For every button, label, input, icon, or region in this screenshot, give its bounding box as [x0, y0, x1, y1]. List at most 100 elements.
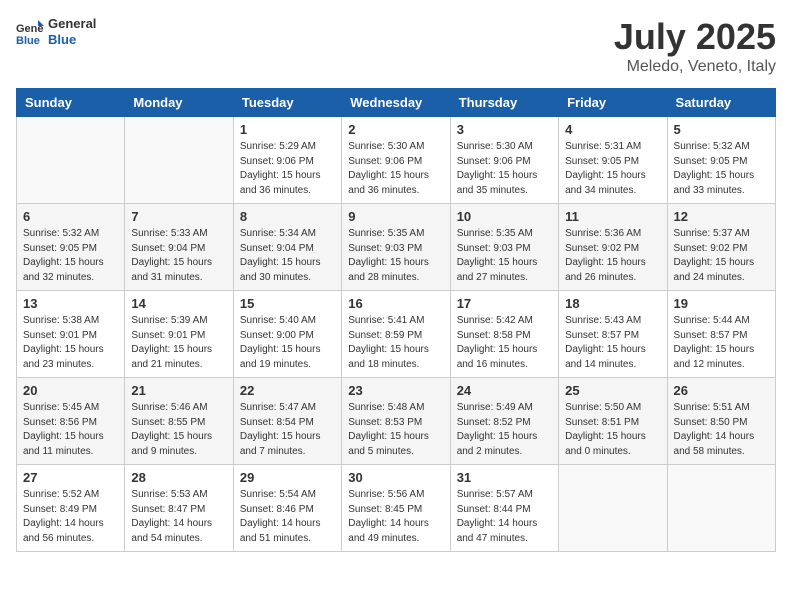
day-info: Sunrise: 5:47 AMSunset: 8:54 PMDaylight:… — [240, 401, 335, 459]
calendar-day: 21 Sunrise: 5:46 AMSunset: 8:55 PMDayligh… — [125, 378, 233, 465]
calendar-day: 11Sunrise: 5:36 AMSunset: 9:02 PMDayligh… — [559, 204, 667, 291]
weekday-header-wednesday: Wednesday — [342, 89, 450, 117]
day-number: 6 — [23, 209, 118, 224]
calendar-day: 16 Sunrise: 5:41 AMSunset: 8:59 PMDayligh… — [342, 291, 450, 378]
day-info: Sunrise: 5:57 AMSunset: 8:44 PMDaylight:… — [457, 488, 552, 546]
day-info: Sunrise: 5:41 AMSunset: 8:59 PMDaylight:… — [348, 314, 443, 372]
weekday-header-tuesday: Tuesday — [233, 89, 341, 117]
calendar-day: 23Sunrise: 5:48 AMSunset: 8:53 PMDayligh… — [342, 378, 450, 465]
calendar-day: 31 Sunrise: 5:57 AMSunset: 8:44 PMDayligh… — [450, 465, 558, 552]
calendar-day: 26 Sunrise: 5:51 AMSunset: 8:50 PMDayligh… — [667, 378, 775, 465]
weekday-header-monday: Monday — [125, 89, 233, 117]
calendar-day: 19Sunrise: 5:44 AMSunset: 8:57 PMDayligh… — [667, 291, 775, 378]
calendar-day: 1 Sunrise: 5:29 AMSunset: 9:06 PMDaylight… — [233, 117, 341, 204]
day-info: Sunrise: 5:38 AMSunset: 9:01 PMDaylight:… — [23, 314, 118, 372]
weekday-header-friday: Friday — [559, 89, 667, 117]
calendar-day: 4 Sunrise: 5:31 AMSunset: 9:05 PMDaylight… — [559, 117, 667, 204]
calendar-day: 14 Sunrise: 5:39 AMSunset: 9:01 PMDayligh… — [125, 291, 233, 378]
logo-blue: Blue — [48, 32, 96, 48]
day-info: Sunrise: 5:32 AMSunset: 9:05 PMDaylight:… — [674, 140, 769, 198]
calendar: SundayMondayTuesdayWednesdayThursdayFrid… — [16, 88, 776, 552]
calendar-day: 28 Sunrise: 5:53 AMSunset: 8:47 PMDayligh… — [125, 465, 233, 552]
calendar-week-3: 13 Sunrise: 5:38 AMSunset: 9:01 PMDayligh… — [17, 291, 776, 378]
day-info: Sunrise: 5:29 AMSunset: 9:06 PMDaylight:… — [240, 140, 335, 198]
page-header: General Blue General Blue July 2025 Mele… — [16, 16, 776, 76]
day-number: 25 — [565, 383, 660, 398]
day-number: 28 — [131, 470, 226, 485]
day-number: 5 — [674, 122, 769, 137]
day-info: Sunrise: 5:30 AMSunset: 9:06 PMDaylight:… — [457, 140, 552, 198]
day-number: 8 — [240, 209, 335, 224]
calendar-day: 30 Sunrise: 5:56 AMSunset: 8:45 PMDayligh… — [342, 465, 450, 552]
calendar-day: 22Sunrise: 5:47 AMSunset: 8:54 PMDayligh… — [233, 378, 341, 465]
day-number: 3 — [457, 122, 552, 137]
calendar-week-1: 1 Sunrise: 5:29 AMSunset: 9:06 PMDaylight… — [17, 117, 776, 204]
day-info: Sunrise: 5:31 AMSunset: 9:05 PMDaylight:… — [565, 140, 660, 198]
day-info: Sunrise: 5:44 AMSunset: 8:57 PMDaylight:… — [674, 314, 769, 372]
calendar-day: 12 Sunrise: 5:37 AMSunset: 9:02 PMDayligh… — [667, 204, 775, 291]
day-number: 29 — [240, 470, 335, 485]
day-info: Sunrise: 5:36 AMSunset: 9:02 PMDaylight:… — [565, 227, 660, 285]
day-info: Sunrise: 5:51 AMSunset: 8:50 PMDaylight:… — [674, 401, 769, 459]
calendar-day — [17, 117, 125, 204]
weekday-header-saturday: Saturday — [667, 89, 775, 117]
calendar-day: 15 Sunrise: 5:40 AMSunset: 9:00 PMDayligh… — [233, 291, 341, 378]
calendar-week-4: 20 Sunrise: 5:45 AMSunset: 8:56 PMDayligh… — [17, 378, 776, 465]
calendar-day: 17Sunrise: 5:42 AMSunset: 8:58 PMDayligh… — [450, 291, 558, 378]
calendar-day: 27Sunrise: 5:52 AMSunset: 8:49 PMDayligh… — [17, 465, 125, 552]
logo-icon: General Blue — [16, 18, 44, 46]
day-info: Sunrise: 5:45 AMSunset: 8:56 PMDaylight:… — [23, 401, 118, 459]
calendar-day — [559, 465, 667, 552]
day-info: Sunrise: 5:37 AMSunset: 9:02 PMDaylight:… — [674, 227, 769, 285]
calendar-day: 13 Sunrise: 5:38 AMSunset: 9:01 PMDayligh… — [17, 291, 125, 378]
day-number: 16 — [348, 296, 443, 311]
day-number: 1 — [240, 122, 335, 137]
logo-general: General — [48, 16, 96, 32]
day-info: Sunrise: 5:30 AMSunset: 9:06 PMDaylight:… — [348, 140, 443, 198]
month-title: July 2025 — [614, 16, 776, 58]
day-number: 14 — [131, 296, 226, 311]
day-info: Sunrise: 5:32 AMSunset: 9:05 PMDaylight:… — [23, 227, 118, 285]
day-info: Sunrise: 5:54 AMSunset: 8:46 PMDaylight:… — [240, 488, 335, 546]
day-number: 15 — [240, 296, 335, 311]
calendar-day: 29 Sunrise: 5:54 AMSunset: 8:46 PMDayligh… — [233, 465, 341, 552]
day-number: 7 — [131, 209, 226, 224]
day-info: Sunrise: 5:52 AMSunset: 8:49 PMDaylight:… — [23, 488, 118, 546]
calendar-day: 18 Sunrise: 5:43 AMSunset: 8:57 PMDayligh… — [559, 291, 667, 378]
day-info: Sunrise: 5:40 AMSunset: 9:00 PMDaylight:… — [240, 314, 335, 372]
weekday-header-sunday: Sunday — [17, 89, 125, 117]
day-info: Sunrise: 5:56 AMSunset: 8:45 PMDaylight:… — [348, 488, 443, 546]
day-info: Sunrise: 5:53 AMSunset: 8:47 PMDaylight:… — [131, 488, 226, 546]
calendar-day: 9Sunrise: 5:35 AMSunset: 9:03 PMDaylight… — [342, 204, 450, 291]
day-info: Sunrise: 5:50 AMSunset: 8:51 PMDaylight:… — [565, 401, 660, 459]
day-number: 13 — [23, 296, 118, 311]
calendar-day: 24Sunrise: 5:49 AMSunset: 8:52 PMDayligh… — [450, 378, 558, 465]
day-number: 24 — [457, 383, 552, 398]
calendar-day: 2 Sunrise: 5:30 AMSunset: 9:06 PMDaylight… — [342, 117, 450, 204]
day-number: 26 — [674, 383, 769, 398]
calendar-day: 20 Sunrise: 5:45 AMSunset: 8:56 PMDayligh… — [17, 378, 125, 465]
day-info: Sunrise: 5:48 AMSunset: 8:53 PMDaylight:… — [348, 401, 443, 459]
title-block: July 2025 Meledo, Veneto, Italy — [614, 16, 776, 76]
day-info: Sunrise: 5:46 AMSunset: 8:55 PMDaylight:… — [131, 401, 226, 459]
calendar-week-2: 6 Sunrise: 5:32 AMSunset: 9:05 PMDaylight… — [17, 204, 776, 291]
day-number: 12 — [674, 209, 769, 224]
calendar-day — [125, 117, 233, 204]
calendar-day — [667, 465, 775, 552]
day-info: Sunrise: 5:39 AMSunset: 9:01 PMDaylight:… — [131, 314, 226, 372]
logo: General Blue General Blue — [16, 16, 96, 47]
day-number: 18 — [565, 296, 660, 311]
day-number: 2 — [348, 122, 443, 137]
day-number: 30 — [348, 470, 443, 485]
calendar-day: 10Sunrise: 5:35 AMSunset: 9:03 PMDayligh… — [450, 204, 558, 291]
calendar-week-5: 27Sunrise: 5:52 AMSunset: 8:49 PMDayligh… — [17, 465, 776, 552]
day-number: 21 — [131, 383, 226, 398]
day-number: 20 — [23, 383, 118, 398]
day-info: Sunrise: 5:43 AMSunset: 8:57 PMDaylight:… — [565, 314, 660, 372]
calendar-day: 7Sunrise: 5:33 AMSunset: 9:04 PMDaylight… — [125, 204, 233, 291]
day-number: 10 — [457, 209, 552, 224]
day-number: 4 — [565, 122, 660, 137]
location: Meledo, Veneto, Italy — [614, 58, 776, 76]
calendar-day: 25 Sunrise: 5:50 AMSunset: 8:51 PMDayligh… — [559, 378, 667, 465]
day-number: 31 — [457, 470, 552, 485]
